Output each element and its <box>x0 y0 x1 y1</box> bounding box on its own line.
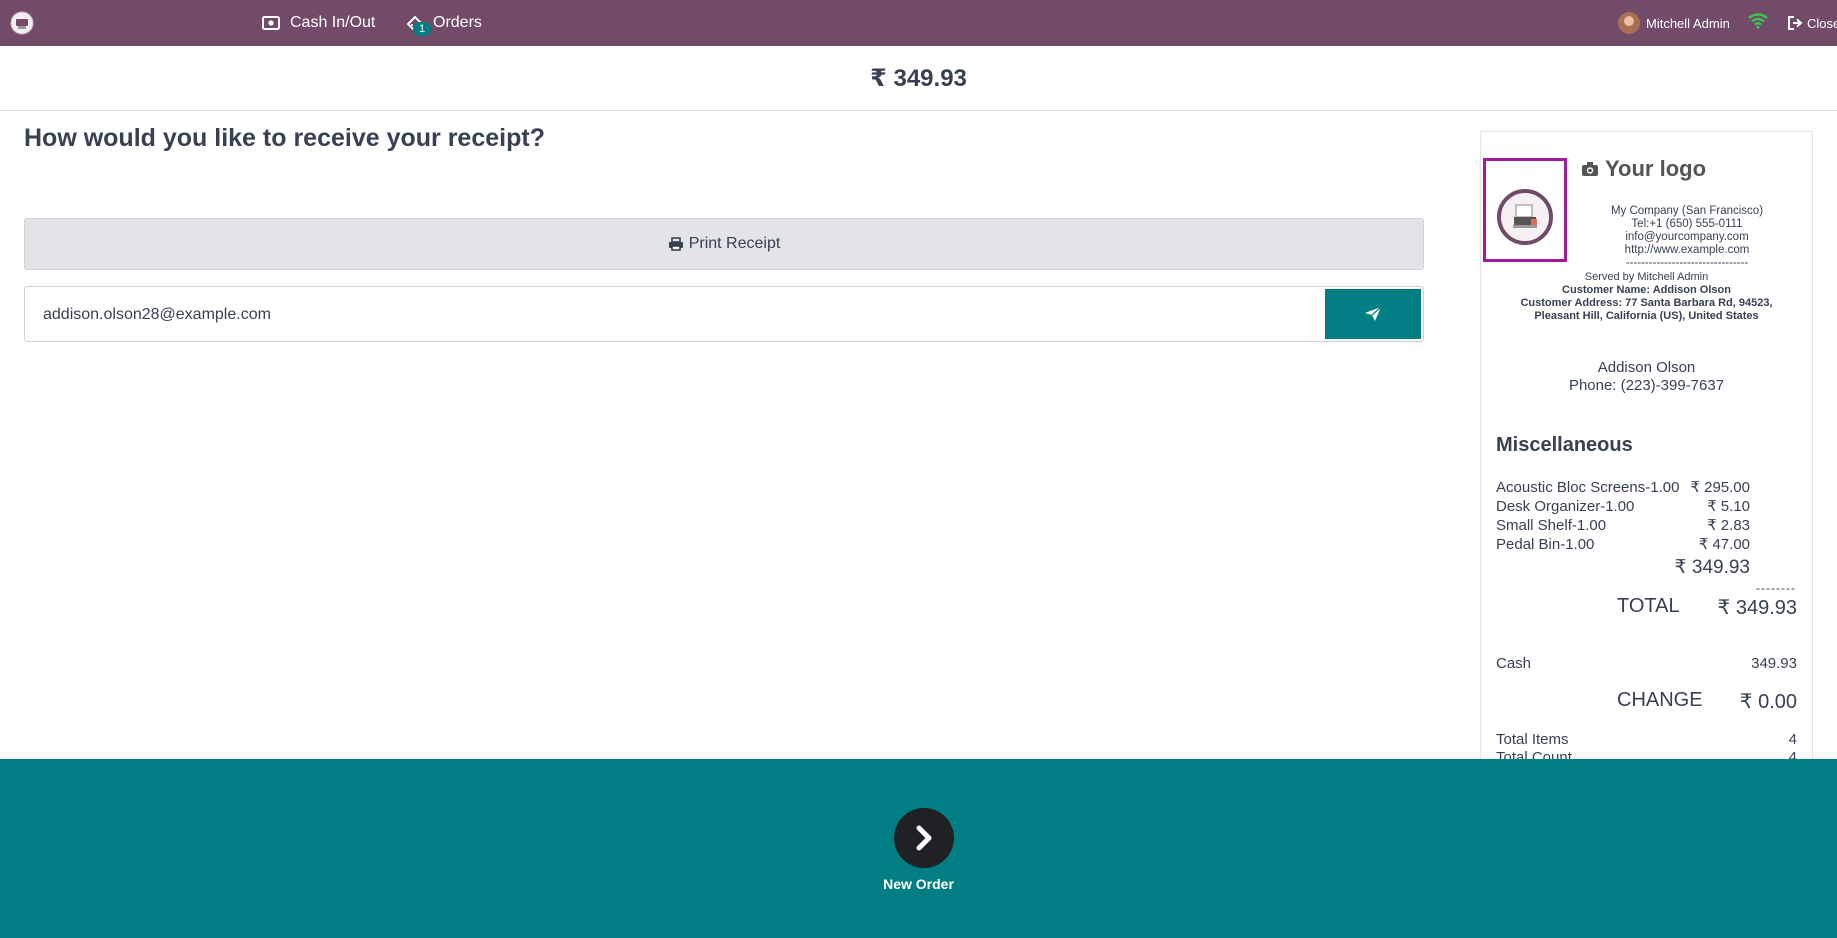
line-name: Pedal Bin-1.00 <box>1496 536 1595 553</box>
receipt-question: How would you like to receive your recei… <box>24 124 545 152</box>
contact-phone: Phone: (223)-399-7637 <box>1568 377 1725 394</box>
list-item: Pedal Bin-1.00 ₹ 47.00 <box>1496 535 1750 554</box>
customer-contact: Addison Olson Phone: (223)-399-7637 <box>1481 359 1812 395</box>
your-logo-placeholder: Your logo <box>1581 156 1706 182</box>
print-icon <box>668 237 683 251</box>
company-info: My Company (San Francisco) Tel:+1 (650) … <box>1567 205 1807 270</box>
line-price: ₹ 295.00 <box>1690 479 1750 496</box>
line-price: ₹ 5.10 <box>1707 498 1750 515</box>
total-items-value: 4 <box>1788 731 1797 748</box>
total-amount: ₹ 349.93 <box>870 64 967 92</box>
line-name: Acoustic Bloc Screens-1.00 <box>1496 479 1680 496</box>
money-icon <box>262 16 280 30</box>
print-receipt-label: Print Receipt <box>688 235 781 252</box>
list-item: Small Shelf-1.00 ₹ 2.83 <box>1496 516 1750 535</box>
your-logo-text: Your logo <box>1605 156 1707 181</box>
total-items-label: Total Items <box>1496 731 1569 748</box>
payment-method: Cash <box>1496 655 1532 672</box>
orders-count-badge: 1 <box>413 22 432 36</box>
company-email: info@yourcompany.com <box>1625 231 1749 243</box>
wifi-icon[interactable] <box>1748 13 1768 34</box>
amount-header: ₹ 349.93 <box>0 46 1837 111</box>
send-email-button[interactable] <box>1325 289 1421 339</box>
new-order-button[interactable] <box>894 808 954 868</box>
served-info: Served by Mitchell Admin Customer Name: … <box>1481 271 1812 323</box>
list-item: Desk Organizer-1.00 ₹ 5.10 <box>1496 497 1750 516</box>
company-name: My Company (San Francisco) <box>1610 205 1764 217</box>
total-items-row: Total Items 4 <box>1496 731 1797 749</box>
close-label: Close <box>1807 15 1837 31</box>
top-navbar: Cash In/Out 1 Orders Mitchell Admin Clos… <box>0 0 1837 46</box>
total-value: ₹ 349.93 <box>1717 597 1797 619</box>
print-receipt-button[interactable]: Print Receipt <box>24 218 1424 270</box>
subtotal: ₹ 349.93 <box>1674 557 1750 578</box>
separator: -------------------------------- <box>1625 257 1749 269</box>
new-order-label: New Order <box>883 876 954 892</box>
chevron-right-icon <box>916 825 932 851</box>
line-name: Small Shelf-1.00 <box>1496 517 1607 534</box>
camera-icon <box>1582 162 1598 176</box>
user-name: Mitchell Admin <box>1646 15 1730 31</box>
payment-row: Cash 349.93 <box>1496 655 1797 672</box>
payment-value: 349.93 <box>1751 655 1797 672</box>
pos-logo-icon[interactable] <box>10 11 34 35</box>
user-menu[interactable]: Mitchell Admin <box>1618 0 1730 46</box>
change-value: ₹ 0.00 <box>1739 691 1797 713</box>
avatar <box>1618 12 1640 34</box>
served-by: Served by Mitchell Admin <box>1584 271 1709 283</box>
category-heading: Miscellaneous <box>1496 434 1633 456</box>
line-price: ₹ 2.83 <box>1707 517 1750 534</box>
total-label: TOTAL <box>1617 595 1680 617</box>
close-button[interactable]: Close <box>1788 0 1837 46</box>
contact-name: Addison Olson <box>1597 359 1696 376</box>
line-name: Desk Organizer-1.00 <box>1496 498 1635 515</box>
pos-logo-icon <box>1497 189 1553 245</box>
company-phone: Tel:+1 (650) 555-0111 <box>1631 218 1743 230</box>
ticket-icon: 1 <box>405 14 433 36</box>
paper-plane-icon <box>1365 306 1382 321</box>
line-price: ₹ 47.00 <box>1698 536 1750 553</box>
logo-frame <box>1483 158 1567 262</box>
sign-out-icon <box>1788 16 1803 30</box>
email-input[interactable] <box>41 287 1325 343</box>
order-lines: Acoustic Bloc Screens-1.00 ₹ 295.00 Desk … <box>1496 478 1750 554</box>
orders-label: Orders <box>433 14 482 31</box>
email-form <box>24 286 1424 343</box>
customer-address: Customer Address: 77 Santa Barbara Rd, 9… <box>1520 297 1773 322</box>
company-website: http://www.example.com <box>1624 244 1750 256</box>
total-separator: -------- <box>1756 581 1796 595</box>
customer-name: Customer Name: Addison Olson <box>1562 284 1731 296</box>
cash-in-out-label: Cash In/Out <box>290 14 376 31</box>
cash-in-out-button[interactable]: Cash In/Out <box>262 0 375 46</box>
receipt-preview: Your logo My Company (San Francisco) Tel… <box>1480 131 1813 773</box>
list-item: Acoustic Bloc Screens-1.00 ₹ 295.00 <box>1496 478 1750 497</box>
footer-bar: New Order <box>0 759 1837 938</box>
orders-button[interactable]: 1 Orders <box>405 0 482 46</box>
change-label: CHANGE <box>1617 689 1703 711</box>
